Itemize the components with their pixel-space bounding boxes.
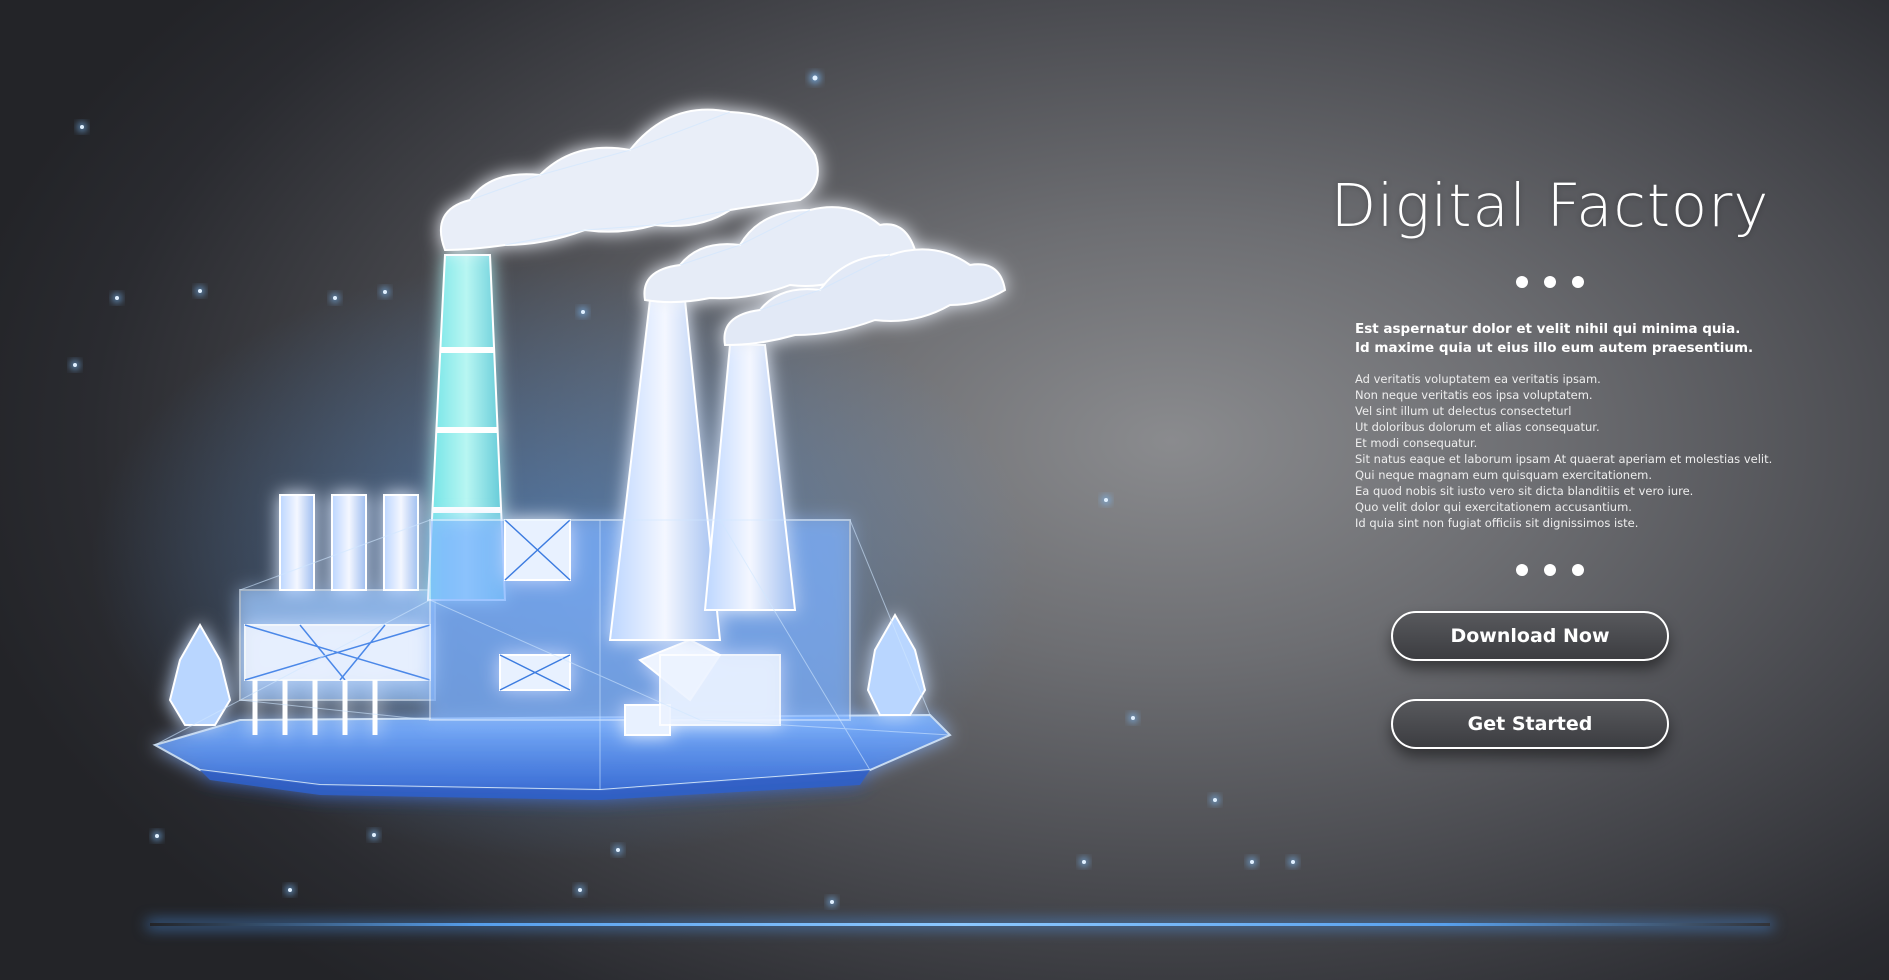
glowing-floor-line bbox=[150, 923, 1770, 926]
body-line: Et modi consequatur. bbox=[1355, 436, 1478, 450]
download-now-button[interactable]: Download Now bbox=[1391, 611, 1669, 661]
lead-line: Id maxime quia ut eius illo eum autem pr… bbox=[1355, 340, 1754, 356]
lead-line: Est aspernatur dolor et velit nihil qui … bbox=[1355, 321, 1741, 337]
lead-text: Est aspernatur dolor et velit nihil qui … bbox=[1355, 320, 1775, 358]
body-line: Non neque veritatis eos ipsa voluptatem. bbox=[1355, 388, 1593, 402]
divider-dots-bottom bbox=[1320, 564, 1780, 576]
get-started-button[interactable]: Get Started bbox=[1391, 699, 1669, 749]
page-title: Digital Factory bbox=[1330, 171, 1770, 240]
body-line: Sit natus eaque et laborum ipsam At quae… bbox=[1355, 452, 1773, 466]
body-line: Quo velit dolor qui exercitationem accus… bbox=[1355, 500, 1632, 514]
body-text: Ad veritatis voluptatem ea veritatis ips… bbox=[1355, 371, 1775, 531]
body-line: Vel sint illum ut delectus consecteturl bbox=[1355, 404, 1572, 418]
divider-dots-top bbox=[1320, 276, 1780, 288]
body-line: Ea quod nobis sit iusto vero sit dicta b… bbox=[1355, 484, 1694, 498]
body-line: Ut doloribus dolorum et alias consequatu… bbox=[1355, 420, 1600, 434]
body-line: Id quia sint non fugiat officiis sit dig… bbox=[1355, 516, 1639, 530]
body-line: Qui neque magnam eum quisquam exercitati… bbox=[1355, 468, 1653, 482]
body-line: Ad veritatis voluptatem ea veritatis ips… bbox=[1355, 372, 1601, 386]
